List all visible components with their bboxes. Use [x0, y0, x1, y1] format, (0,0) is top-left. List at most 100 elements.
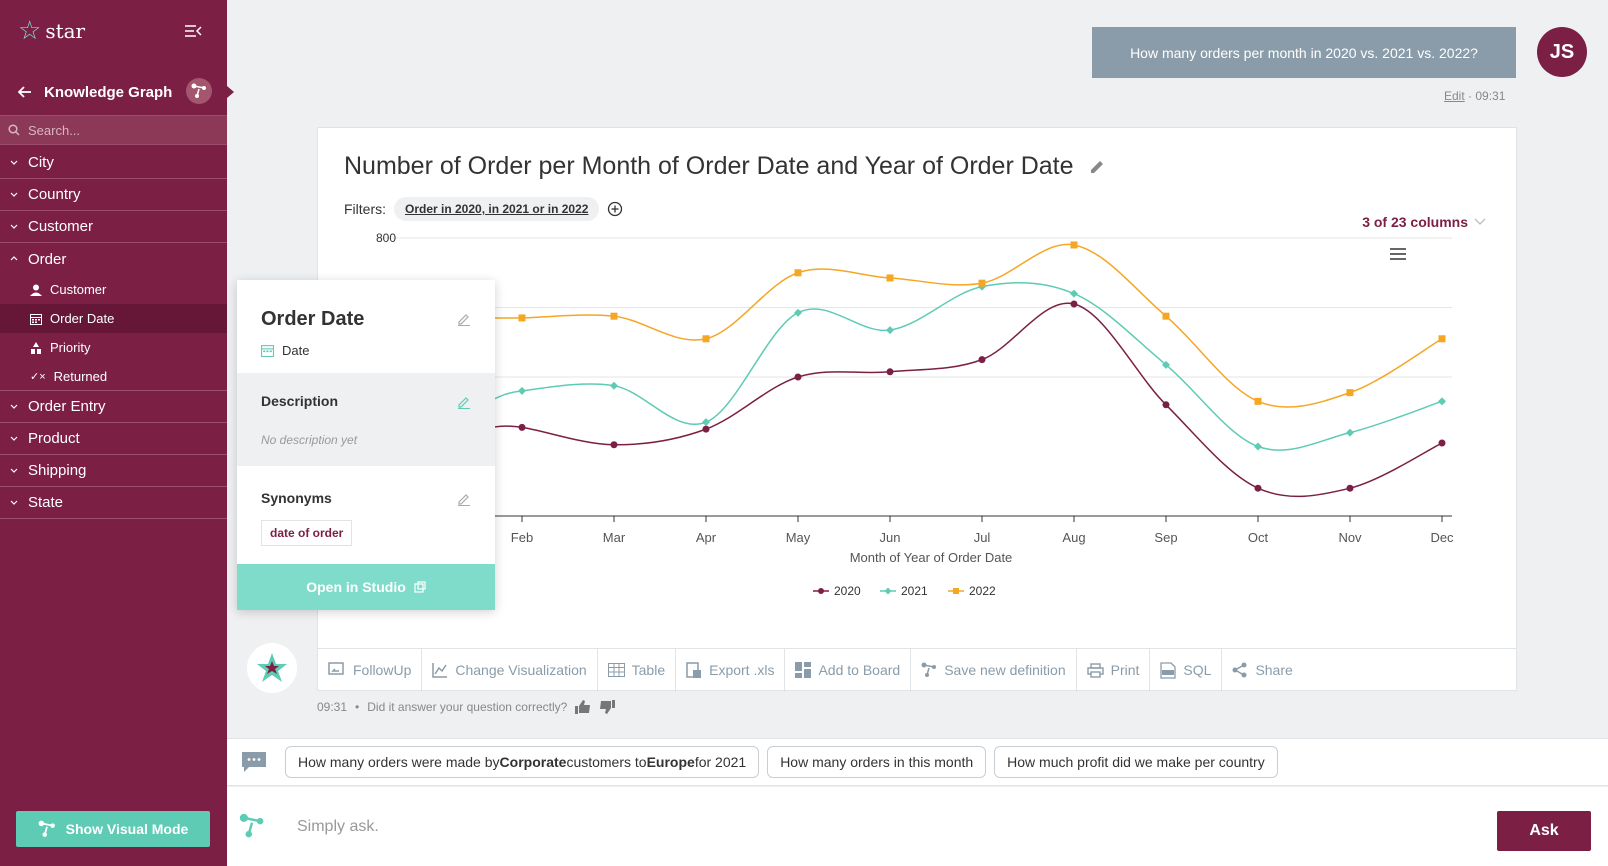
- data-point-2022[interactable]: [518, 314, 526, 322]
- data-point-2020[interactable]: [1162, 401, 1170, 409]
- legend-item-2020[interactable]: 2020: [813, 584, 861, 598]
- legend-item-2021[interactable]: 2021: [880, 584, 928, 598]
- graph-node-icon: [38, 820, 55, 837]
- thumbs-down-icon[interactable]: [599, 700, 616, 714]
- tree-item-order[interactable]: Order: [0, 243, 227, 275]
- show-visual-mode-button[interactable]: Show Visual Mode: [16, 811, 210, 847]
- tree-item-shipping[interactable]: Shipping: [0, 455, 227, 487]
- change-visualization-button[interactable]: Change Visualization: [422, 648, 598, 692]
- save-new-definition-button[interactable]: Save new definition: [911, 648, 1077, 692]
- suggestion-chip[interactable]: How many orders were made by Corporate c…: [285, 746, 760, 778]
- tree-item-state[interactable]: State: [0, 487, 227, 519]
- legend-item-2022[interactable]: 2022: [948, 584, 996, 598]
- ask-input[interactable]: [297, 812, 1297, 842]
- collapse-sidebar-icon[interactable]: [184, 24, 202, 38]
- data-point-2022[interactable]: [1254, 397, 1262, 405]
- user-avatar[interactable]: JS: [1537, 27, 1587, 77]
- x-axis-label: Month of Year of Order Date: [850, 550, 1013, 565]
- chevron-down-icon: [10, 160, 18, 165]
- pencil-icon[interactable]: [1088, 158, 1106, 176]
- data-point-2020[interactable]: [610, 441, 618, 449]
- data-point-2022[interactable]: [702, 335, 710, 343]
- chevron-down-icon: [10, 468, 18, 473]
- data-point-2020[interactable]: [1070, 300, 1078, 308]
- tree-subitem-priority[interactable]: Priority: [0, 333, 227, 362]
- edit-question-link[interactable]: Edit: [1444, 89, 1465, 103]
- tree-item-customer[interactable]: Customer: [0, 211, 227, 243]
- x-tick-label: May: [786, 530, 811, 545]
- data-point-2022[interactable]: [1162, 312, 1170, 320]
- x-tick-label: Oct: [1248, 530, 1269, 545]
- data-point-2021[interactable]: [1438, 397, 1446, 406]
- table-icon: [607, 663, 625, 677]
- tree-item-product[interactable]: Product: [0, 423, 227, 455]
- data-point-2022[interactable]: [1070, 241, 1078, 249]
- data-point-2020[interactable]: [1438, 439, 1446, 447]
- share-button[interactable]: Share: [1222, 649, 1302, 692]
- sql-button[interactable]: SQL: [1150, 648, 1223, 692]
- data-point-2020[interactable]: [1346, 484, 1354, 492]
- sidebar-search-input[interactable]: [28, 122, 208, 138]
- data-point-2020[interactable]: [978, 356, 986, 364]
- knowledge-graph-title: Knowledge Graph: [44, 83, 173, 101]
- data-point-2022[interactable]: [794, 269, 802, 277]
- data-point-2021[interactable]: [702, 418, 710, 427]
- entity-tree: City Country Customer Order Customer Ord…: [0, 147, 227, 519]
- table-button[interactable]: Table: [598, 648, 677, 692]
- save-icon: [921, 662, 937, 677]
- data-point-2020[interactable]: [1254, 484, 1262, 492]
- data-point-2020[interactable]: [518, 423, 526, 431]
- data-point-2020[interactable]: [886, 368, 894, 376]
- chevron-down-icon: [1474, 218, 1486, 225]
- chart-menu-icon[interactable]: [1390, 248, 1406, 260]
- thumbs-up-icon[interactable]: [575, 700, 591, 714]
- followup-button[interactable]: FollowUp: [318, 648, 423, 692]
- svg-text:2021: 2021: [901, 584, 928, 598]
- tree-item-order-entry[interactable]: Order Entry: [0, 391, 227, 423]
- data-point-2021[interactable]: [610, 381, 618, 390]
- data-point-2021[interactable]: [1254, 442, 1262, 451]
- print-button[interactable]: Print: [1077, 648, 1151, 692]
- suggestion-chip[interactable]: How much profit did we make per country: [994, 746, 1278, 778]
- data-point-2022[interactable]: [1438, 335, 1446, 343]
- tree-subitem-customer[interactable]: Customer: [0, 275, 227, 304]
- feedback-row: 09:31 • Did it answer your question corr…: [317, 700, 616, 714]
- suggestion-chip[interactable]: How many orders in this month: [767, 746, 987, 778]
- add-filter-icon[interactable]: [607, 201, 623, 217]
- data-point-2022[interactable]: [610, 312, 618, 320]
- app-logo[interactable]: ☆ star: [18, 18, 85, 44]
- data-point-2022[interactable]: [978, 279, 986, 287]
- tree-item-country[interactable]: Country: [0, 179, 227, 211]
- graph-node-icon[interactable]: [186, 78, 212, 104]
- add-to-board-button[interactable]: Add to Board: [785, 648, 912, 692]
- star-icon: [257, 653, 287, 682]
- data-point-2020[interactable]: [702, 425, 710, 433]
- export-xls-button[interactable]: Export .xls: [676, 648, 786, 692]
- data-point-2021[interactable]: [518, 386, 526, 395]
- edit-synonyms-pencil-icon[interactable]: [457, 492, 471, 506]
- data-point-2022[interactable]: [886, 274, 894, 282]
- tree-subitem-returned[interactable]: ✓× Returned: [0, 362, 227, 391]
- line-chart: 800 Feb Mar Apr May Jun Jul Aug Sep Oct Nov Dec Mont…: [376, 233, 1454, 598]
- synonym-chip[interactable]: date of order: [261, 520, 353, 546]
- data-point-2020[interactable]: [794, 373, 802, 381]
- data-point-2021[interactable]: [886, 326, 894, 335]
- ask-button[interactable]: Ask: [1497, 811, 1591, 851]
- series-line-2020: [489, 302, 1443, 498]
- filter-chip[interactable]: Order in 2020, in 2021 or in 2022: [394, 197, 600, 221]
- data-point-2022[interactable]: [1346, 389, 1354, 397]
- data-point-2021[interactable]: [1070, 289, 1078, 298]
- columns-selector[interactable]: 3 of 23 columns: [1362, 214, 1486, 230]
- tree-subitem-order-date[interactable]: Order Date: [0, 304, 227, 333]
- data-point-2021[interactable]: [1346, 428, 1354, 437]
- data-point-2021[interactable]: [794, 308, 802, 317]
- tree-item-city[interactable]: City: [0, 147, 227, 179]
- x-tick-label: Sep: [1154, 530, 1177, 545]
- open-in-studio-button[interactable]: Open in Studio: [237, 564, 495, 610]
- edit-description-pencil-icon[interactable]: [457, 395, 471, 409]
- edit-title-pencil-icon[interactable]: [457, 312, 471, 326]
- back-arrow-icon[interactable]: [18, 86, 32, 98]
- ask-bar: Ask: [227, 787, 1608, 866]
- x-tick-label: Apr: [696, 530, 717, 545]
- svg-text:2022: 2022: [969, 584, 996, 598]
